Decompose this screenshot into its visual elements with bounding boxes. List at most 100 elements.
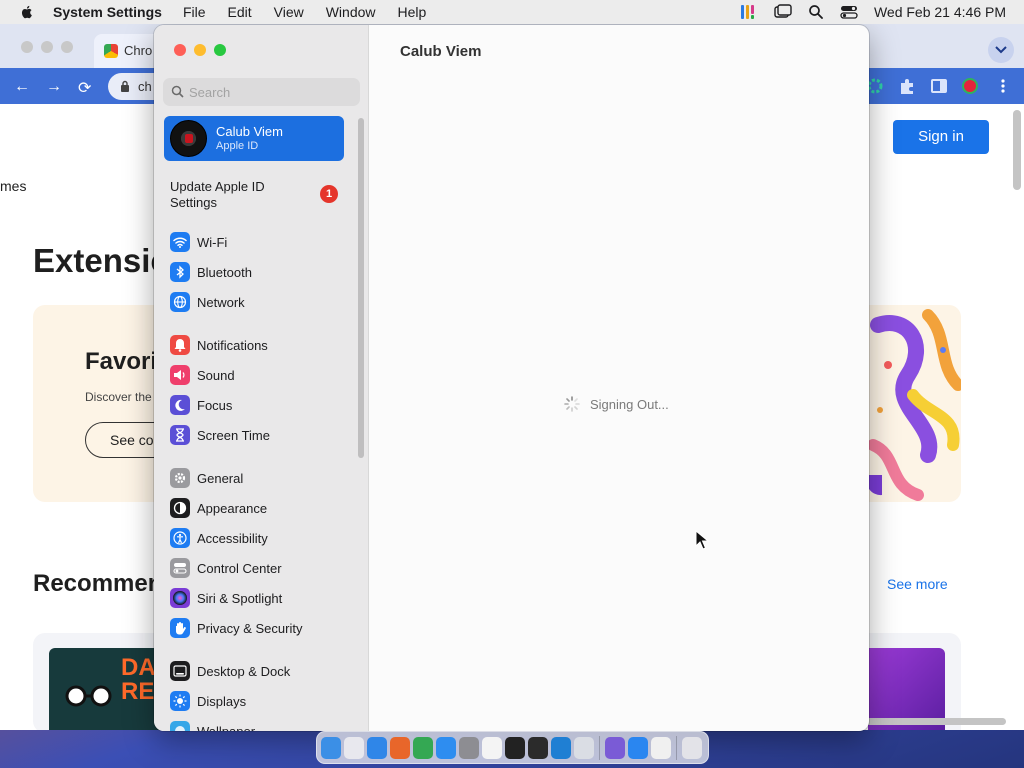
- preview-icon[interactable]: [574, 736, 594, 759]
- settings-icon[interactable]: [459, 736, 479, 759]
- menu-help[interactable]: Help: [398, 4, 427, 20]
- chrome-icon[interactable]: [413, 736, 433, 759]
- recommended-card-right[interactable]: [868, 633, 961, 730]
- sidebar-item-sound[interactable]: Sound: [170, 364, 360, 386]
- sidebar-item-label: Appearance: [197, 500, 268, 516]
- safari-icon[interactable]: [367, 736, 387, 759]
- search-field[interactable]: [163, 78, 360, 106]
- sidebar-item-network[interactable]: Network: [170, 291, 360, 313]
- sidebar-item-wi-fi[interactable]: Wi-Fi: [170, 231, 360, 253]
- finder-icon[interactable]: [321, 736, 341, 759]
- sidebar-item-apple-id[interactable]: Calub Viem Apple ID: [164, 116, 344, 161]
- section-heading: Recommen: [33, 570, 163, 597]
- more-vertical-icon[interactable]: [994, 77, 1012, 95]
- menu-window[interactable]: Window: [326, 4, 376, 20]
- sign-in-button[interactable]: Sign in: [893, 120, 989, 154]
- side-panel-icon[interactable]: [930, 77, 948, 95]
- vscode-icon[interactable]: [551, 736, 571, 759]
- sidebar-item-screen-time[interactable]: Screen Time: [170, 424, 360, 446]
- chrome-nav-fragment[interactable]: mes: [0, 178, 26, 194]
- grid-icon[interactable]: [651, 736, 671, 759]
- see-more-link[interactable]: See more: [887, 576, 948, 592]
- trash-icon[interactable]: [682, 736, 702, 759]
- chrome-minimize-button[interactable]: [41, 41, 53, 53]
- sidebar-item-accessibility[interactable]: Accessibility: [170, 527, 360, 549]
- puzzle-extensions-icon[interactable]: [898, 77, 916, 95]
- spotlight-search-icon[interactable]: [808, 4, 824, 20]
- wifi-icon: [170, 232, 190, 252]
- page-horizontal-scrollbar[interactable]: [866, 718, 1006, 725]
- glasses-icon: [65, 685, 112, 707]
- account-subtitle: Apple ID: [216, 140, 259, 152]
- control-center-icon[interactable]: [840, 4, 858, 20]
- moon-icon: [170, 395, 190, 415]
- sidebar-item-label: Siri & Spotlight: [197, 590, 283, 606]
- app-store-icon[interactable]: [436, 736, 456, 759]
- mouse-cursor-icon: [695, 530, 709, 550]
- hand-icon: [170, 618, 190, 638]
- menu-edit[interactable]: Edit: [228, 4, 252, 20]
- chrome-tab-search-button[interactable]: [988, 37, 1014, 63]
- sidebar-item-label: Control Center: [197, 560, 282, 576]
- apple-logo-icon[interactable]: [19, 4, 35, 20]
- menu-extras: Wed Feb 21 4:46 PM: [740, 4, 1006, 20]
- menu-file[interactable]: File: [183, 4, 206, 20]
- sidebar-item-label: Privacy & Security: [197, 620, 303, 636]
- menu-bar: System Settings File Edit View Window He…: [0, 0, 1024, 24]
- menu-view[interactable]: View: [274, 4, 304, 20]
- reload-icon[interactable]: ⟳: [78, 78, 91, 98]
- textedit-icon[interactable]: [482, 736, 502, 759]
- sidebar-item-appearance[interactable]: Appearance: [170, 497, 360, 519]
- sidebar-item-update-apple-id[interactable]: Update Apple ID Settings: [170, 179, 310, 211]
- confetti-illustration: [868, 309, 961, 501]
- status-grid-icon[interactable]: [740, 4, 758, 20]
- sidebar-item-general[interactable]: General: [170, 467, 360, 489]
- search-input[interactable]: [189, 82, 349, 102]
- menu-app-name[interactable]: System Settings: [53, 4, 162, 20]
- sidebar-item-displays[interactable]: Displays: [170, 690, 360, 712]
- firefox-icon[interactable]: [390, 736, 410, 759]
- forward-arrow-icon[interactable]: →: [46, 78, 62, 96]
- screen-mirroring-icon[interactable]: [774, 4, 792, 20]
- wallpaper-icon: [170, 721, 190, 731]
- back-arrow-icon[interactable]: ←: [14, 78, 30, 96]
- speaker-icon: [170, 365, 190, 385]
- sidebar-item-control-center[interactable]: Control Center: [170, 557, 360, 579]
- dock-separator: [676, 735, 677, 760]
- sidebar-item-desktop-dock[interactable]: Desktop & Dock: [170, 660, 360, 682]
- chrome-tab-title: Chro: [124, 43, 153, 58]
- sidebar-item-privacy-security[interactable]: Privacy & Security: [170, 617, 360, 639]
- zoom-button[interactable]: [214, 44, 226, 56]
- sidebar-item-label: Wallpaper: [197, 723, 256, 732]
- sidebar-item-label: Accessibility: [197, 530, 268, 546]
- minimize-button[interactable]: [194, 44, 206, 56]
- sidebar-item-wallpaper[interactable]: Wallpaper: [170, 720, 360, 731]
- sidebar-item-label: Focus: [197, 397, 233, 413]
- close-button[interactable]: [174, 44, 186, 56]
- sidebar-item-label: Desktop & Dock: [197, 663, 291, 679]
- visual-studio-icon[interactable]: [605, 736, 625, 759]
- sidebar-item-notifications[interactable]: Notifications: [170, 334, 360, 356]
- page-scrollbar[interactable]: [1013, 110, 1021, 190]
- banner-title: Favori: [85, 348, 158, 375]
- menu-clock[interactable]: Wed Feb 21 4:46 PM: [874, 4, 1006, 20]
- appearance-icon: [170, 498, 190, 518]
- profile-avatar-icon[interactable]: [961, 77, 979, 95]
- sidebar-item-bluetooth[interactable]: Bluetooth: [170, 261, 360, 283]
- terminal-icon[interactable]: [505, 736, 525, 759]
- sidebar-item-label: Notifications: [197, 337, 268, 353]
- sidebar-item-focus[interactable]: Focus: [170, 394, 360, 416]
- gear-icon: [170, 468, 190, 488]
- sidebar-scrollbar[interactable]: [358, 118, 364, 458]
- mail-icon[interactable]: [628, 736, 648, 759]
- dock: [316, 731, 709, 764]
- sidebar-item-siri-spotlight[interactable]: Siri & Spotlight: [170, 587, 360, 609]
- chrome-close-button[interactable]: [21, 41, 33, 53]
- chrome-zoom-button[interactable]: [61, 41, 73, 53]
- launchpad-icon[interactable]: [344, 736, 364, 759]
- sun-icon: [170, 691, 190, 711]
- avatar: [170, 120, 207, 157]
- brush-icon[interactable]: [528, 736, 548, 759]
- search-icon: [171, 85, 184, 98]
- chrome-favicon-icon: [104, 44, 118, 58]
